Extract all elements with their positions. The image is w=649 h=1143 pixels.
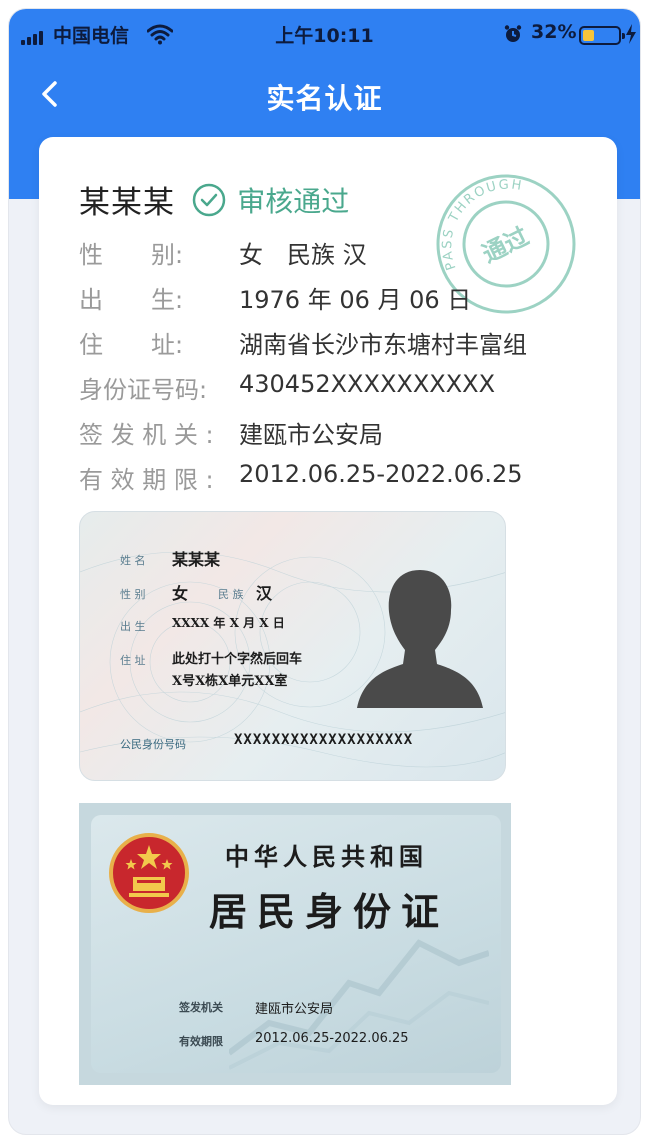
country-name: 中华人民共和国 [225,842,428,871]
field-label: 出 生: [79,286,184,314]
id-name-label: 姓 名 [120,554,146,567]
field-label: 有 效 期 限 : [79,466,214,494]
national-emblem-icon [109,833,189,913]
field-label: 住 址: [79,331,184,359]
field-label: 身份证号码: [79,376,208,404]
id-number-label: 公民身份号码 [120,738,186,751]
battery-icon [579,26,625,45]
id-ethnic-label: 民 族 [218,588,244,601]
field-value: 湖南省长沙市东塘村丰富组 [239,331,527,359]
alarm-icon [504,25,522,42]
charging-icon [626,24,636,44]
nav-bar: 实名认证 [9,61,640,121]
phone-screen: 中国电信 上午10:11 32% 实名认证 某某某 审核通过 PASS THRO… [8,8,641,1135]
id-gender-label: 性 别 [120,588,146,601]
person-name: 某某某 [79,185,175,221]
check-circle-icon [192,183,226,216]
id-card-front-image[interactable]: 姓 名 某某某 性 别 女 民 族 汉 出 生 XXXX 年 X 月 X 日 住… [79,511,506,781]
authority-label: 签发机关 [179,1001,223,1014]
page-title: 实名认证 [266,82,383,115]
validity-value: 2012.06.25-2022.06.25 [255,1031,409,1046]
id-address-line1: 此处打十个字然后回车 [172,652,303,667]
id-address-line2: X号X栋X单元XX室 [172,674,288,689]
field-value: 女 民族 汉 [239,241,367,269]
field-label: 签 发 机 关 : [79,421,214,449]
id-ethnic: 汉 [256,584,273,603]
id-birth: XXXX 年 X 月 X 日 [172,616,285,630]
name-row: 某某某 审核通过 [79,177,350,221]
id-birth-label: 出 生 [120,620,146,633]
status-bar: 中国电信 上午10:11 32% [9,9,640,59]
validity-label: 有效期限 [179,1035,223,1048]
id-number: XXXXXXXXXXXXXXXXXXX [234,732,414,748]
field-value: 1976 年 06 月 06 日 [239,286,472,314]
verification-card: 某某某 审核通过 PASS THROUGH 通过 性 别: 女 民族 汉 出 生… [39,137,617,1105]
field-value: 2012.06.25-2022.06.25 [239,460,523,488]
status-text: 审核通过 [237,184,350,218]
battery-percent: 32% [531,21,577,43]
id-name: 某某某 [172,550,221,569]
id-card-back-image[interactable]: 中华人民共和国 居民身份证 签发机关 建瓯市公安局 有效期限 2012.06.2… [79,803,511,1085]
authority-value: 建瓯市公安局 [255,1002,334,1017]
stamp-inner-text: 通过 [478,222,533,268]
field-value: 430452XXXXXXXXXX [239,370,496,398]
field-label: 性 别: [79,241,184,269]
card-title: 居民身份证 [209,889,450,934]
field-value: 建瓯市公安局 [239,421,383,449]
portrait-silhouette [357,570,483,708]
id-address-label: 住 址 [120,654,146,667]
id-gender: 女 [172,584,189,603]
